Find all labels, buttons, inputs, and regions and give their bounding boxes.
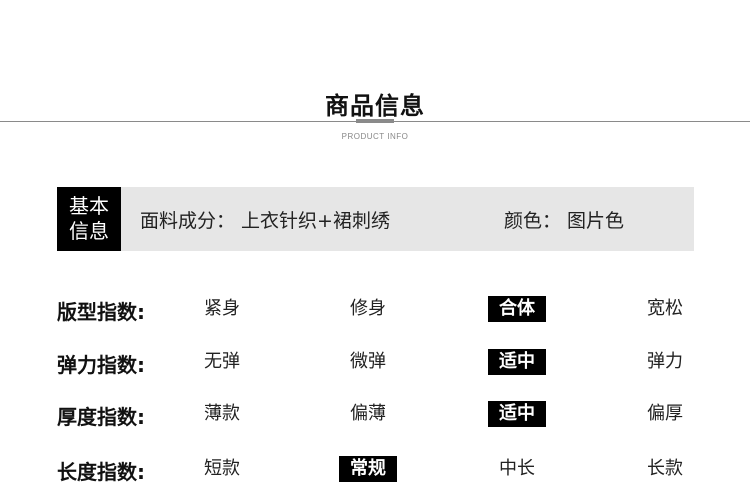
index-option-selected: 适中: [488, 401, 546, 427]
index-row-elasticity: 弹力指数: 无弹 微弹 适中 弹力: [57, 345, 697, 379]
index-label: 长度指数:: [57, 460, 145, 484]
index-option-selected: 合体: [488, 296, 546, 322]
page-subtitle: PRODUCT INFO: [341, 132, 409, 141]
index-option-selected: 常规: [339, 456, 397, 482]
index-option: 偏薄: [350, 403, 386, 424]
index-label: 版型指数:: [57, 300, 145, 324]
index-option: 短款: [204, 458, 240, 479]
index-row-fit: 版型指数: 紧身 修身 合体 宽松: [57, 292, 697, 326]
index-label: 厚度指数:: [57, 405, 145, 429]
product-color: 颜色： 图片色: [504, 210, 625, 232]
page-title: 商品信息: [325, 92, 425, 120]
index-row-thickness: 厚度指数: 薄款 偏薄 适中 偏厚: [57, 397, 697, 431]
index-option: 薄款: [204, 403, 240, 424]
fabric-composition: 面料成分： 上衣针织+裙刺绣: [140, 210, 390, 232]
index-option: 弹力: [647, 351, 683, 372]
index-option: 中长: [499, 458, 535, 479]
header-divider-accent: [356, 119, 394, 123]
index-label: 弹力指数:: [57, 353, 145, 377]
index-option: 微弹: [350, 351, 386, 372]
index-option: 修身: [350, 298, 386, 319]
basic-info-bar: 基本 信息 面料成分： 上衣针织+裙刺绣 颜色： 图片色: [57, 187, 694, 251]
index-row-length: 长度指数: 短款 常规 中长 长款: [57, 452, 697, 486]
index-option-selected: 适中: [488, 349, 546, 375]
basic-info-label-line2: 信息: [69, 219, 109, 243]
basic-info-label: 基本 信息: [57, 187, 121, 251]
basic-info-label-line1: 基本: [69, 194, 109, 218]
index-option: 无弹: [204, 351, 240, 372]
index-option: 宽松: [647, 298, 683, 319]
index-option: 紧身: [204, 298, 240, 319]
index-option: 长款: [647, 458, 683, 479]
index-option: 偏厚: [647, 403, 683, 424]
